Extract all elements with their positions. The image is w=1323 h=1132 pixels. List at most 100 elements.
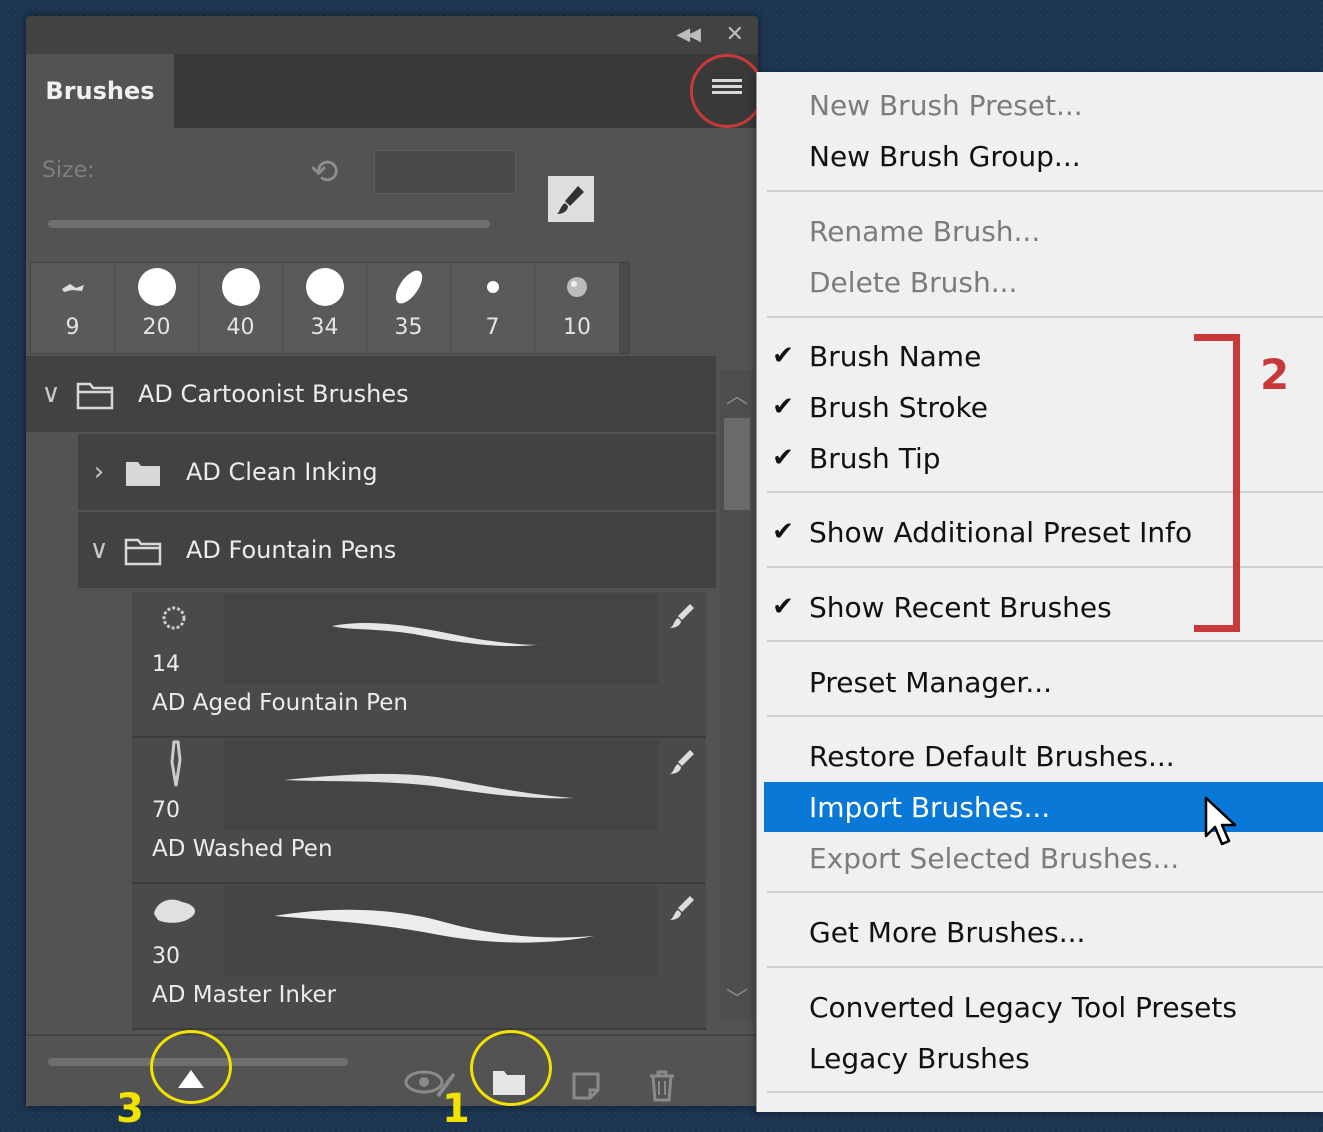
mouse-cursor-icon xyxy=(1204,796,1237,846)
menu-item-get-more-brushes[interactable]: Get More Brushes... xyxy=(757,907,1323,957)
group-row-fountain-pens[interactable]: ∨ AD Fountain Pens xyxy=(78,512,716,588)
brush-name: AD Washed Pen xyxy=(152,836,333,862)
recent-brush-item[interactable]: 10 xyxy=(535,263,619,353)
menu-item-label: Brush Name xyxy=(809,339,982,373)
menu-separator xyxy=(767,190,1323,192)
menu-item-label: New Brush Preset... xyxy=(809,88,1083,122)
menu-item-label: Rename Brush... xyxy=(809,214,1041,248)
brush-tip-icon xyxy=(395,270,422,304)
chevron-down-icon[interactable]: ∨ xyxy=(36,379,66,409)
brush-tip-icon xyxy=(61,284,84,292)
recent-brush-size: 34 xyxy=(310,315,339,340)
menu-item-delete-brush[interactable]: Delete Brush... xyxy=(757,257,1323,307)
scroll-up-icon[interactable]: ︿ xyxy=(720,378,754,410)
group-name: AD Fountain Pens xyxy=(186,536,397,564)
brush-pen-icon xyxy=(670,896,694,920)
brush-tip-icon xyxy=(137,268,176,306)
menu-item-label: Preset Manager... xyxy=(809,665,1053,699)
tab-brushes[interactable]: Brushes xyxy=(26,54,174,128)
menu-item-legacy-brushes[interactable]: Legacy Brushes xyxy=(757,1033,1323,1083)
recent-brush-item[interactable]: 34 xyxy=(283,263,367,353)
brushes-panel: ◀◀ ✕ Brushes Size: ⟲ 9 20 40 34 35 7 10 … xyxy=(26,16,758,1106)
recent-brush-size: 10 xyxy=(563,315,591,340)
brush-item[interactable]: 14 AD Aged Fountain Pen xyxy=(132,592,706,738)
menu-item-label: New Brush Group... xyxy=(809,139,1081,173)
folder-open-icon xyxy=(76,380,114,410)
trash-icon[interactable] xyxy=(648,1070,676,1102)
brush-name: AD Master Inker xyxy=(152,982,337,1008)
chevron-down-icon[interactable]: ∨ xyxy=(84,535,114,565)
brush-item[interactable]: 70 AD Washed Pen xyxy=(132,738,706,884)
menu-item-label: Legacy Brushes xyxy=(809,1041,1030,1075)
scroll-thumb[interactable] xyxy=(724,418,750,510)
menu-item-label: Get More Brushes... xyxy=(809,915,1086,949)
menu-separator xyxy=(767,316,1323,318)
menu-separator xyxy=(767,966,1323,968)
brush-item[interactable]: 30 AD Master Inker xyxy=(132,884,706,1030)
menu-item-label: Show Additional Preset Info xyxy=(809,515,1193,549)
folder-open-icon xyxy=(124,536,162,566)
menu-item-rename-brush[interactable]: Rename Brush... xyxy=(757,206,1323,256)
checkmark-icon: ✔ xyxy=(772,341,794,371)
annotation-number-1: 1 xyxy=(442,1086,470,1132)
group-name: AD Clean Inking xyxy=(186,458,378,486)
recent-brush-size: 40 xyxy=(226,315,255,340)
group-row-clean-inking[interactable]: › AD Clean Inking xyxy=(78,434,716,510)
brush-size: 70 xyxy=(152,798,180,823)
brush-settings-icon[interactable] xyxy=(548,176,594,222)
menu-separator xyxy=(767,1091,1323,1093)
menu-item-converted-legacy-tool-presets[interactable]: Converted Legacy Tool Presets xyxy=(757,982,1323,1032)
menu-item-label: Converted Legacy Tool Presets xyxy=(809,990,1237,1024)
checkmark-icon: ✔ xyxy=(772,392,794,422)
menu-item-label: Import Brushes... xyxy=(809,790,1051,824)
annotation-number-3: 3 xyxy=(116,1086,144,1132)
recent-brush-item[interactable]: 40 xyxy=(199,263,283,353)
menu-item-new-brush-group[interactable]: New Brush Group... xyxy=(757,131,1323,181)
menu-separator xyxy=(767,715,1323,717)
folder-icon xyxy=(124,458,162,486)
new-brush-icon[interactable] xyxy=(572,1072,600,1100)
menu-separator xyxy=(767,640,1323,642)
brush-name: AD Aged Fountain Pen xyxy=(152,690,408,716)
size-slider[interactable] xyxy=(48,220,490,228)
recent-brush-item[interactable]: 20 xyxy=(115,263,199,353)
recent-brush-size: 9 xyxy=(65,315,80,340)
group-row-cartoonist[interactable]: ∨ AD Cartoonist Brushes xyxy=(26,356,716,432)
menu-item-label: Brush Tip xyxy=(809,441,941,475)
group-name: AD Cartoonist Brushes xyxy=(138,380,409,408)
brush-stroke-preview xyxy=(224,594,658,684)
panel-titlebar: ◀◀ ✕ xyxy=(26,16,758,54)
brush-tip-icon xyxy=(305,268,344,306)
menu-item-label: Delete Brush... xyxy=(809,265,1018,299)
reset-size-icon[interactable]: ⟲ xyxy=(310,152,339,192)
scroll-down-icon[interactable]: ﹀ xyxy=(720,982,754,1014)
recent-brush-item[interactable]: 9 xyxy=(31,263,115,353)
menu-item-new-brush-preset[interactable]: New Brush Preset... xyxy=(757,80,1323,130)
annotation-number-2: 2 xyxy=(1260,350,1290,399)
menu-item-label: Brush Stroke xyxy=(809,390,988,424)
collapse-panel-icon[interactable]: ◀◀ xyxy=(676,24,701,45)
recent-brush-size: 20 xyxy=(142,315,171,340)
recent-brush-item[interactable]: 35 xyxy=(367,263,451,353)
menu-item-label: Show Recent Brushes xyxy=(809,590,1112,624)
brush-tip-icon xyxy=(162,606,186,630)
menu-item-preset-manager[interactable]: Preset Manager... xyxy=(757,657,1323,707)
close-icon[interactable]: ✕ xyxy=(726,22,744,47)
recent-brush-item[interactable]: 7 xyxy=(451,263,535,353)
brush-tip-icon xyxy=(221,268,260,306)
panel-tab-row: Brushes xyxy=(26,54,758,128)
menu-item-restore-default-brushes[interactable]: Restore Default Brushes... xyxy=(757,731,1323,781)
recent-brush-size: 35 xyxy=(394,315,423,340)
size-input[interactable] xyxy=(374,150,516,194)
brush-tip-icon xyxy=(486,281,499,293)
chevron-right-icon[interactable]: › xyxy=(84,457,114,487)
menu-item-label: Restore Default Brushes... xyxy=(809,739,1175,773)
brush-size: 30 xyxy=(152,944,180,969)
menu-item-label: Export Selected Brushes... xyxy=(809,841,1180,875)
scrollbar[interactable]: ︿ ﹀ xyxy=(720,370,754,1020)
brush-pen-icon xyxy=(670,604,694,628)
checkmark-icon: ✔ xyxy=(772,592,794,622)
recent-brushes: 9 20 40 34 35 7 10 xyxy=(30,262,630,354)
brush-size: 14 xyxy=(152,652,180,677)
brush-tip-icon xyxy=(154,899,196,923)
